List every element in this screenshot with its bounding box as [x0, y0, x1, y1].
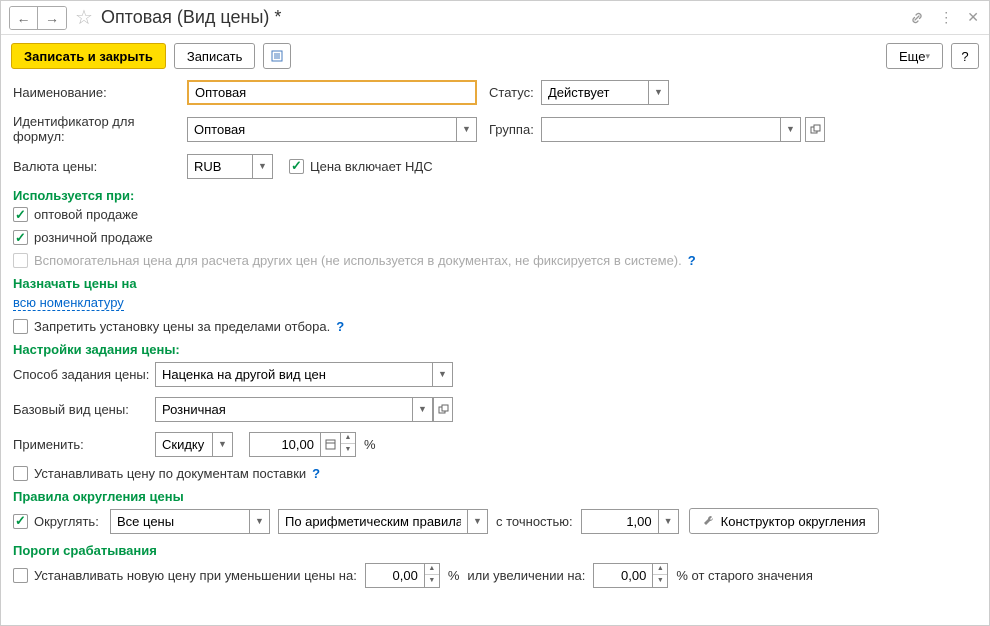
wholesale-checkbox[interactable] [13, 207, 28, 222]
currency-label: Валюта цены: [13, 159, 187, 174]
status-label: Статус: [489, 85, 541, 100]
decrease-input[interactable]: ▲ ▼ [365, 563, 440, 588]
chevron-down-icon[interactable]: ▼ [253, 154, 273, 179]
favorite-icon[interactable]: ☆ [75, 5, 93, 30]
usage-title: Используется при: [13, 188, 977, 203]
help-icon[interactable]: ? [688, 253, 696, 268]
save-button[interactable]: Записать [174, 43, 256, 69]
apply-label: Применить: [13, 437, 155, 452]
round-scope-select[interactable]: ▼ [110, 509, 270, 534]
round-rule-select[interactable]: ▼ [278, 509, 488, 534]
calculator-icon[interactable] [321, 432, 341, 457]
forbid-label: Запретить установку цены за пределами от… [34, 319, 330, 334]
forbid-checkbox[interactable] [13, 319, 28, 334]
back-button[interactable]: ← [10, 7, 38, 29]
save-close-button[interactable]: Записать и закрыть [11, 43, 166, 69]
nav-buttons: ← → [9, 6, 67, 30]
increase-input[interactable]: ▲ ▼ [593, 563, 668, 588]
help-icon[interactable]: ? [336, 319, 344, 334]
apply-select[interactable]: ▼ [155, 432, 233, 457]
spin-up[interactable]: ▲ [341, 433, 355, 445]
retail-checkbox[interactable] [13, 230, 28, 245]
name-label: Наименование: [13, 85, 187, 100]
kebab-icon[interactable]: ⋮ [939, 9, 953, 26]
precision-input[interactable]: ▼ [581, 509, 679, 534]
assign-title: Назначать цены на [13, 276, 977, 291]
vat-label: Цена включает НДС [310, 159, 433, 174]
spin-down[interactable]: ▼ [653, 575, 667, 586]
precision-label: с точностью: [496, 514, 573, 529]
chevron-down-icon[interactable]: ▼ [213, 432, 233, 457]
round-checkbox[interactable] [13, 514, 28, 529]
chevron-down-icon[interactable]: ▼ [457, 117, 477, 142]
base-label: Базовый вид цены: [13, 402, 155, 417]
wholesale-label: оптовой продаже [34, 207, 138, 222]
window-header: ← → ☆ Оптовая (Вид цены) * ⋮ ✕ [1, 1, 989, 35]
auxiliary-checkbox [13, 253, 28, 268]
chevron-down-icon[interactable]: ▼ [649, 80, 669, 105]
chevron-down-icon[interactable]: ▼ [413, 397, 433, 422]
constructor-button[interactable]: Конструктор округления [689, 508, 879, 534]
increase-label: или увеличении на: [467, 568, 585, 583]
link-icon[interactable] [909, 10, 925, 26]
method-select[interactable]: ▼ [155, 362, 453, 387]
spinner[interactable]: ▲ ▼ [653, 563, 668, 588]
nomenclature-link[interactable]: всю номенклатуру [13, 295, 124, 311]
rounding-title: Правила округления цены [13, 489, 977, 504]
list-button[interactable] [263, 43, 291, 69]
chevron-down-icon[interactable]: ▼ [468, 509, 488, 534]
chevron-down-icon[interactable]: ▼ [433, 362, 453, 387]
chevron-down-icon[interactable]: ▼ [659, 509, 679, 534]
formula-id-label: Идентификатор для формул: [13, 114, 187, 144]
spinner[interactable]: ▲ ▼ [425, 563, 440, 588]
decrease-label: Устанавливать новую цену при уменьшении … [34, 568, 357, 583]
settings-title: Настройки задания цены: [13, 342, 977, 357]
more-button[interactable]: Еще [886, 43, 943, 69]
name-input[interactable] [187, 80, 477, 105]
currency-select[interactable]: ▼ [187, 154, 273, 179]
group-select[interactable]: ▼ [541, 117, 801, 142]
open-button[interactable] [805, 117, 825, 142]
chevron-down-icon[interactable]: ▼ [781, 117, 801, 142]
toolbar: Записать и закрыть Записать Еще ? [1, 35, 989, 77]
window-title: Оптовая (Вид цены) * [101, 7, 909, 28]
group-label: Группа: [489, 122, 541, 137]
spin-up[interactable]: ▲ [653, 564, 667, 576]
spinner[interactable]: ▲ ▼ [341, 432, 356, 457]
formula-id-select[interactable]: ▼ [187, 117, 477, 142]
vat-checkbox[interactable] [289, 159, 304, 174]
suffix-label: % от старого значения [676, 568, 813, 583]
percent-label: % [448, 568, 460, 583]
header-actions: ⋮ ✕ [909, 9, 979, 26]
spin-down[interactable]: ▼ [341, 444, 355, 455]
forward-button[interactable]: → [38, 7, 66, 29]
thresholds-title: Пороги срабатывания [13, 543, 977, 558]
status-select[interactable]: ▼ [541, 80, 669, 105]
retail-label: розничной продаже [34, 230, 153, 245]
list-icon [270, 49, 284, 63]
spin-down[interactable]: ▼ [425, 575, 439, 586]
by-docs-checkbox[interactable] [13, 466, 28, 481]
auxiliary-label: Вспомогательная цена для расчета других … [34, 253, 682, 268]
form: Наименование: Статус: ▼ Идентификатор дл… [1, 77, 989, 599]
close-icon[interactable]: ✕ [967, 9, 979, 26]
chevron-down-icon[interactable]: ▼ [250, 509, 270, 534]
open-icon [810, 124, 821, 135]
wrench-icon [702, 514, 716, 528]
round-label: Округлять: [34, 514, 110, 529]
by-docs-label: Устанавливать цену по документам поставк… [34, 466, 306, 481]
apply-amount-input[interactable]: ▲ ▼ [249, 432, 356, 457]
threshold-checkbox[interactable] [13, 568, 28, 583]
spin-up[interactable]: ▲ [425, 564, 439, 576]
help-icon[interactable]: ? [312, 466, 320, 481]
open-icon[interactable] [433, 397, 453, 422]
help-button[interactable]: ? [951, 43, 979, 69]
base-select[interactable]: ▼ [155, 397, 453, 422]
method-label: Способ задания цены: [13, 367, 155, 382]
percent-label: % [364, 437, 376, 452]
